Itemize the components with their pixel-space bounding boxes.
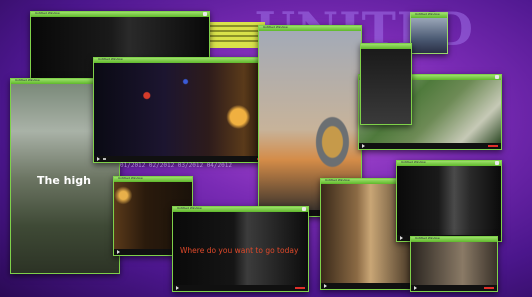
video-window-night-city[interactable]: Untitled Window bbox=[93, 57, 271, 163]
play-icon[interactable] bbox=[176, 286, 179, 290]
video-window-bottom-right-room[interactable]: Untitled Window bbox=[410, 236, 498, 292]
window-title: Untitled Window bbox=[98, 57, 123, 61]
window-title: Untitled Window bbox=[15, 78, 40, 82]
video-caption: Where do you want to go today bbox=[180, 246, 299, 255]
video-frame bbox=[411, 242, 497, 285]
window-title: Untitled Window bbox=[35, 11, 60, 15]
playback-controls bbox=[359, 143, 501, 149]
playback-controls bbox=[411, 285, 497, 291]
progress-bar[interactable] bbox=[295, 287, 305, 289]
volume-icon[interactable] bbox=[103, 158, 106, 160]
video-frame bbox=[397, 166, 501, 235]
window-title: Untitled Window bbox=[325, 178, 350, 182]
video-caption: The high bbox=[37, 174, 91, 187]
window-title: Untitled Window bbox=[177, 206, 202, 210]
video-window-right-bottom[interactable]: Untitled Window bbox=[396, 160, 502, 242]
play-icon[interactable] bbox=[400, 236, 403, 240]
window-title: Untitled Window bbox=[415, 12, 440, 16]
window-title: Untitled Window bbox=[415, 236, 440, 240]
play-icon[interactable] bbox=[362, 144, 365, 148]
play-icon[interactable] bbox=[324, 284, 327, 288]
overlay-dates: 01/2012 02/2012 03/2012 04/2012 bbox=[120, 162, 232, 169]
document-window bbox=[205, 22, 265, 48]
window-title: Untitled Window bbox=[118, 176, 143, 180]
close-icon[interactable] bbox=[302, 207, 306, 211]
video-frame bbox=[411, 18, 447, 53]
progress-bar[interactable] bbox=[488, 145, 498, 147]
playback-controls bbox=[321, 283, 411, 289]
progress-bar[interactable] bbox=[484, 287, 494, 289]
play-icon[interactable] bbox=[97, 157, 100, 161]
video-window-dark-mid[interactable] bbox=[360, 43, 412, 125]
playback-controls bbox=[173, 285, 308, 291]
video-window-where-go[interactable]: Untitled Window Where do you want to go … bbox=[172, 206, 309, 292]
play-icon[interactable] bbox=[414, 286, 417, 290]
close-icon[interactable] bbox=[495, 161, 499, 165]
play-icon[interactable] bbox=[117, 250, 120, 254]
close-icon[interactable] bbox=[203, 12, 207, 16]
window-title: Untitled Window bbox=[263, 25, 288, 29]
video-frame bbox=[361, 49, 411, 124]
video-window-right-top[interactable]: Untitled Window bbox=[410, 12, 448, 54]
window-title: Untitled Window bbox=[401, 160, 426, 164]
close-icon[interactable] bbox=[495, 75, 499, 79]
video-frame bbox=[94, 63, 270, 156]
